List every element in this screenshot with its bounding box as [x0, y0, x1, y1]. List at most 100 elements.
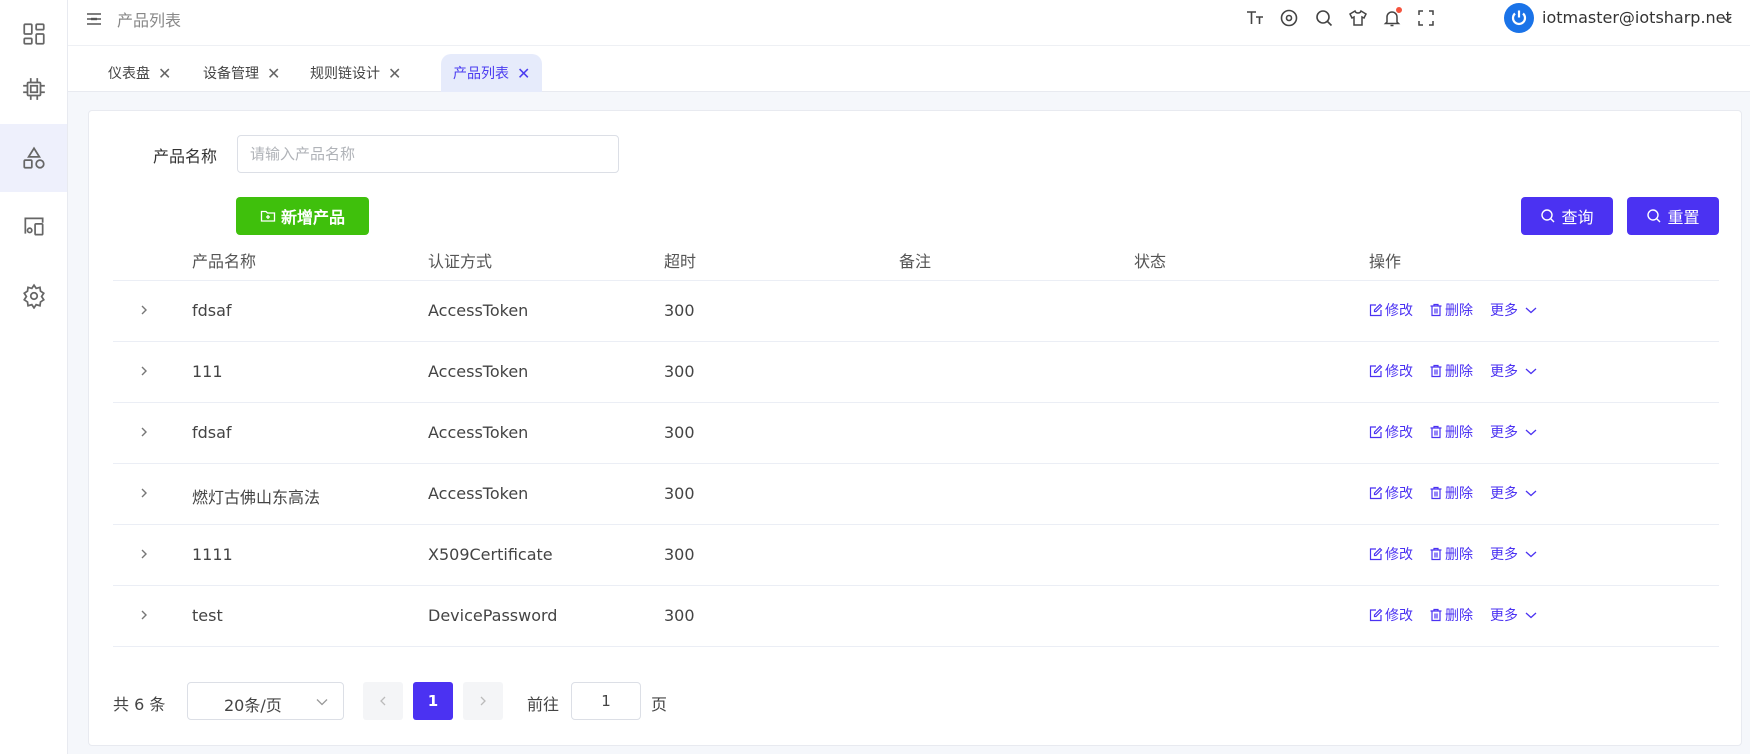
prev-page-button[interactable]	[363, 682, 403, 720]
tab-dashboard[interactable]: 仪表盘 ✕	[96, 54, 183, 92]
notifications-button[interactable]	[1381, 7, 1403, 29]
breadcrumb: 产品列表	[117, 11, 182, 30]
delete-link[interactable]: 删除	[1429, 605, 1473, 625]
theme-icon	[1349, 9, 1367, 26]
product-name-cell: fdsaf	[192, 301, 232, 320]
delete-label: 删除	[1445, 486, 1473, 502]
more-label: 更多	[1490, 425, 1518, 441]
more-label: 更多	[1490, 364, 1518, 380]
table-row: 1111 X509Certificate 300 修改 删除 更多	[113, 525, 1719, 586]
github-button[interactable]	[1278, 7, 1300, 29]
trash-icon	[1430, 425, 1442, 439]
header-search-button[interactable]	[1313, 7, 1335, 29]
table-row: 燃灯古佛山东高法 AccessToken 300 修改 删除 更多	[113, 464, 1719, 525]
font-size-icon	[1247, 11, 1263, 24]
edit-link[interactable]: 修改	[1369, 605, 1413, 625]
timeout-cell: 300	[664, 606, 695, 625]
page-size-value: 20条/页	[224, 696, 282, 715]
chevron-down-icon[interactable]	[1720, 12, 1734, 26]
expand-chevron-icon[interactable]	[138, 547, 150, 561]
more-dropdown[interactable]: 更多	[1490, 544, 1538, 564]
delete-label: 删除	[1445, 608, 1473, 624]
auth-cell: X509Certificate	[428, 545, 553, 564]
close-icon[interactable]: ✕	[267, 64, 280, 83]
product-name-cell: 111	[192, 362, 223, 381]
next-page-button[interactable]	[463, 682, 503, 720]
product-name-cell: 1111	[192, 545, 233, 564]
tab-device-management[interactable]: 设备管理 ✕	[191, 54, 292, 92]
edit-link[interactable]: 修改	[1369, 300, 1413, 320]
trash-icon	[1430, 486, 1442, 500]
edit-link[interactable]: 修改	[1369, 544, 1413, 564]
delete-link[interactable]: 删除	[1429, 483, 1473, 503]
expand-chevron-icon[interactable]	[138, 486, 150, 500]
product-name-cell: fdsaf	[192, 423, 232, 442]
fullscreen-button[interactable]	[1415, 7, 1437, 29]
page-size-select[interactable]: 20条/页	[187, 682, 344, 720]
delete-link[interactable]: 删除	[1429, 422, 1473, 442]
goto-page-input[interactable]	[571, 682, 641, 720]
delete-link[interactable]: 删除	[1429, 361, 1473, 381]
trash-icon	[1430, 364, 1442, 378]
column-header: 备注	[899, 252, 932, 271]
edit-label: 修改	[1385, 364, 1413, 380]
more-dropdown[interactable]: 更多	[1490, 300, 1538, 320]
page-number-current[interactable]: 1	[413, 682, 453, 720]
product-name-label: 产品名称	[153, 147, 218, 166]
expand-chevron-icon[interactable]	[138, 303, 150, 317]
tab-product-list[interactable]: 产品列表 ✕	[441, 54, 543, 92]
more-dropdown[interactable]: 更多	[1490, 483, 1538, 503]
sidebar	[0, 0, 68, 754]
tab-rule-chain[interactable]: 规则链设计 ✕	[298, 54, 413, 92]
edit-label: 修改	[1385, 486, 1413, 502]
sidebar-item-devices-chip[interactable]	[0, 55, 67, 123]
more-dropdown[interactable]: 更多	[1490, 605, 1538, 625]
reset-button[interactable]: 重置	[1627, 197, 1719, 235]
sidebar-item-device-list[interactable]	[0, 192, 67, 260]
chevron-right-icon	[480, 696, 486, 706]
tab-label: 仪表盘	[108, 66, 150, 82]
delete-link[interactable]: 删除	[1429, 300, 1473, 320]
chip-icon	[22, 78, 45, 100]
chevron-down-icon	[1525, 612, 1537, 619]
add-product-button[interactable]: 新增产品	[236, 197, 369, 235]
query-button[interactable]: 查询	[1521, 197, 1613, 235]
auth-cell: DevicePassword	[428, 606, 558, 625]
expand-chevron-icon[interactable]	[138, 364, 150, 378]
more-dropdown[interactable]: 更多	[1490, 422, 1538, 442]
theme-button[interactable]	[1347, 7, 1369, 29]
edit-label: 修改	[1385, 303, 1413, 319]
sidebar-item-settings[interactable]	[0, 262, 67, 330]
chevron-left-icon	[380, 696, 386, 706]
edit-link[interactable]: 修改	[1369, 422, 1413, 442]
edit-icon	[1369, 303, 1383, 317]
close-icon[interactable]: ✕	[388, 64, 401, 83]
column-header: 产品名称	[192, 252, 257, 271]
close-icon[interactable]: ✕	[517, 64, 530, 83]
goto-label: 前往	[527, 695, 560, 714]
edit-link[interactable]: 修改	[1369, 483, 1413, 503]
tab-label: 设备管理	[203, 66, 259, 82]
chevron-down-icon	[1525, 490, 1537, 497]
username[interactable]: iotmaster@iotsharp.net	[1542, 8, 1732, 27]
product-name-input[interactable]	[237, 135, 619, 173]
fullscreen-icon	[1418, 10, 1434, 26]
delete-link[interactable]: 删除	[1429, 544, 1473, 564]
column-header: 超时	[664, 252, 697, 271]
avatar[interactable]	[1504, 3, 1534, 33]
expand-chevron-icon[interactable]	[138, 425, 150, 439]
top-header: 产品列表 iotmaster@iotsharp.net	[68, 0, 1750, 46]
close-icon[interactable]: ✕	[158, 64, 171, 83]
sidebar-item-products[interactable]	[0, 124, 67, 192]
github-icon	[1280, 9, 1298, 27]
table-row: test DevicePassword 300 修改 删除 更多	[113, 586, 1719, 647]
column-header: 状态	[1134, 252, 1167, 271]
table-row: fdsaf AccessToken 300 修改 删除 更多	[113, 281, 1719, 342]
font-size-button[interactable]	[1244, 7, 1266, 29]
menu-toggle-icon[interactable]	[85, 10, 103, 28]
expand-chevron-icon[interactable]	[138, 608, 150, 622]
more-label: 更多	[1490, 303, 1518, 319]
edit-link[interactable]: 修改	[1369, 361, 1413, 381]
more-dropdown[interactable]: 更多	[1490, 361, 1538, 381]
chevron-down-icon	[1525, 429, 1537, 436]
